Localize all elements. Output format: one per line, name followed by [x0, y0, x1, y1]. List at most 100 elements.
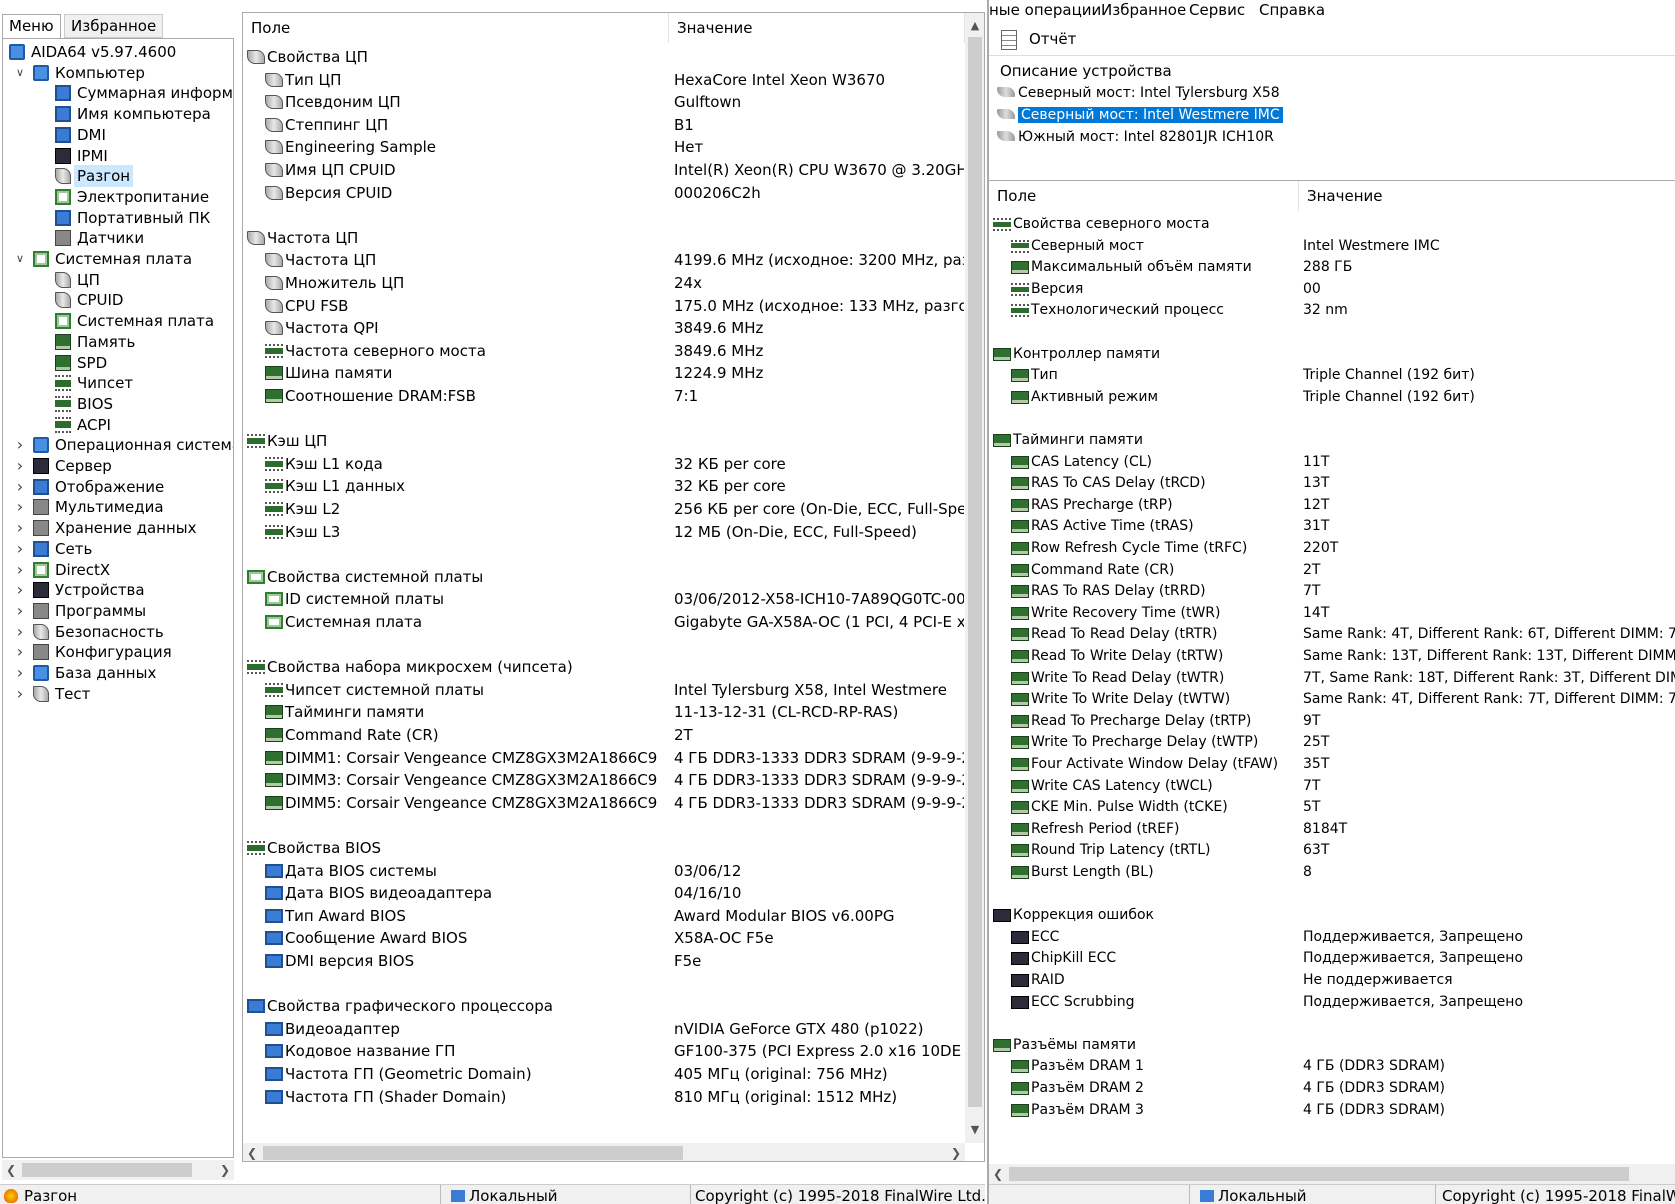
expand-chevron-icon[interactable]: › [13, 600, 27, 622]
expand-chevron-icon[interactable]: › [13, 476, 27, 498]
group-header-row[interactable]: Контроллер памяти [989, 343, 1675, 366]
expand-chevron-icon[interactable]: › [13, 538, 27, 560]
table-row[interactable]: Engineering Sample Нет [243, 135, 963, 159]
table-row[interactable]: Write Recovery Time (tWR) 14T [989, 602, 1675, 625]
scroll-thumb[interactable] [1009, 1167, 1629, 1181]
table-row[interactable]: Command Rate (CR) 2T [243, 723, 963, 747]
table-row[interactable]: Read To Read Delay (tRTR) Same Rank: 4T, … [989, 623, 1675, 646]
scroll-left-icon[interactable]: ❮ [243, 1143, 261, 1161]
table-row[interactable]: Тип ЦП HexaCore Intel Xeon W3670 [243, 68, 963, 92]
table-row[interactable]: Кэш L2 256 КБ per core (On-Die, ECC, Full… [243, 497, 964, 521]
table-row[interactable]: Соотношение DRAM:FSB 7:1 [243, 384, 963, 408]
tab-favorites[interactable]: Избранное [64, 14, 164, 38]
table-row[interactable]: CKE Min. Pulse Width (tCKE) 5T [989, 796, 1675, 819]
table-row[interactable]: Разъём DRAM 1 4 ГБ (DDR3 SDRAM) [989, 1055, 1675, 1078]
collapse-chevron-icon[interactable]: ∨ [13, 248, 27, 270]
table-row[interactable]: Refresh Period (tREF) 8184T [989, 818, 1675, 841]
table-row[interactable]: Псевдоним ЦП Gulftown [243, 90, 963, 114]
table-row[interactable]: Частота ГП (Geometric Domain) 405 МГц (or… [243, 1062, 963, 1086]
table-row[interactable]: Row Refresh Cycle Time (tRFC) 220T [989, 537, 1675, 560]
column-header-field[interactable]: Поле [989, 181, 1299, 211]
scroll-thumb[interactable] [968, 37, 982, 1107]
group-header-row[interactable]: Тайминги памяти [989, 429, 1675, 452]
group-header-row[interactable]: Коррекция ошибок [989, 904, 1675, 927]
menu-favorites[interactable]: Избранное [1101, 0, 1186, 20]
table-row[interactable]: DIMM5: Corsair Vengeance CMZ8GX3M2A1866C… [243, 791, 964, 815]
report-icon[interactable] [1001, 30, 1017, 50]
table-row[interactable]: Частота северного моста 3849.6 MHz [243, 339, 963, 363]
table-row[interactable]: DMI версия BIOS F5e [243, 949, 963, 973]
tab-menu[interactable]: Меню [2, 14, 61, 38]
scroll-thumb[interactable] [22, 1163, 192, 1177]
table-row[interactable]: Burst Length (BL) 8 [989, 861, 1675, 884]
expand-chevron-icon[interactable]: › [13, 517, 27, 539]
table-row[interactable]: Видеоадаптер nVIDIA GeForce GTX 480 (p102… [243, 1017, 963, 1041]
table-row[interactable]: Разъём DRAM 3 4 ГБ (DDR3 SDRAM) [989, 1099, 1675, 1122]
group-header-row[interactable]: Свойства ЦП [243, 45, 963, 69]
table-row[interactable]: Command Rate (CR) 2T [989, 559, 1675, 582]
scroll-left-icon[interactable]: ❮ [989, 1164, 1007, 1184]
expand-chevron-icon[interactable]: › [13, 683, 27, 705]
table-row[interactable]: Имя ЦП CPUID Intel(R) Xeon(R) CPU W3670 @… [243, 158, 964, 182]
table-row[interactable]: Write To Read Delay (tWTR) 7T, Same Rank:… [989, 667, 1675, 690]
expand-chevron-icon[interactable]: › [13, 621, 27, 643]
table-row[interactable]: Частота QPI 3849.6 MHz [243, 316, 963, 340]
table-row[interactable]: CAS Latency (CL) 11T [989, 451, 1675, 474]
menu-service[interactable]: Сервис [1189, 0, 1245, 20]
group-header-row[interactable]: Частота ЦП [243, 226, 963, 250]
table-row[interactable]: Round Trip Latency (tRTL) 63T [989, 839, 1675, 862]
device-item[interactable]: Северный мост: Intel Westmere IMC [997, 104, 1283, 127]
table-row[interactable]: Тип Award BIOS Award Modular BIOS v6.00PG [243, 904, 963, 928]
group-header-row[interactable]: Разъёмы памяти [989, 1034, 1675, 1057]
grid-horizontal-scrollbar[interactable]: ❮ ❯ [243, 1143, 965, 1161]
column-header-value[interactable]: Значение [1299, 181, 1675, 211]
table-row[interactable]: Максимальный объём памяти 288 ГБ [989, 256, 1675, 279]
scroll-right-icon[interactable]: ❯ [216, 1160, 234, 1180]
table-row[interactable]: Тип Triple Channel (192 бит) [989, 364, 1675, 387]
table-row[interactable]: ECC Поддерживается, Запрещено [989, 926, 1675, 949]
group-header-row[interactable]: Свойства набора микросхем (чипсета) [243, 655, 963, 679]
device-item[interactable]: Южный мост: Intel 82801JR ICH10R [997, 126, 1274, 149]
expand-chevron-icon[interactable]: › [13, 434, 27, 456]
expand-chevron-icon[interactable]: › [13, 662, 27, 684]
expand-chevron-icon[interactable]: › [13, 579, 27, 601]
table-row[interactable]: ID системной платы 03/06/2012-X58-ICH10-7… [243, 587, 964, 611]
table-row[interactable]: RAS To RAS Delay (tRRD) 7T [989, 580, 1675, 603]
table-row[interactable]: RAS Precharge (tRP) 12T [989, 494, 1675, 517]
expand-chevron-icon[interactable]: › [13, 641, 27, 663]
table-row[interactable]: CPU FSB 175.0 MHz (исходное: 133 MHz, раз… [243, 294, 964, 318]
table-row[interactable]: Технологический процесс 32 nm [989, 299, 1675, 322]
table-row[interactable]: Множитель ЦП 24x [243, 271, 963, 295]
table-row[interactable]: Four Activate Window Delay (tFAW) 35T [989, 753, 1675, 776]
table-row[interactable]: Частота ГП (Shader Domain) 810 МГц (origi… [243, 1085, 963, 1109]
menu-help[interactable]: Справка [1259, 0, 1325, 20]
table-row[interactable]: Кодовое название ГП GF100-375 (PCI Expres… [243, 1039, 964, 1063]
group-header-row[interactable]: Свойства BIOS [243, 836, 963, 860]
table-row[interactable]: DIMM3: Corsair Vengeance CMZ8GX3M2A1866C… [243, 768, 964, 792]
device-item[interactable]: Северный мост: Intel Tylersburg X58 [997, 82, 1280, 105]
table-row[interactable]: Кэш L3 12 МБ (On-Die, ECC, Full-Speed) [243, 520, 963, 544]
table-row[interactable]: Сообщение Award BIOS X58A-OC F5e [243, 926, 963, 950]
group-header-row[interactable]: Свойства системной платы [243, 565, 963, 589]
tree-horizontal-scrollbar[interactable]: ❮ ❯ [2, 1160, 234, 1180]
table-row[interactable]: Системная плата Gigabyte GA-X58A-OC (1 PC… [243, 610, 964, 634]
table-row[interactable]: Кэш L1 данных 32 КБ per core [243, 474, 963, 498]
expand-chevron-icon[interactable]: › [13, 559, 27, 581]
scroll-down-icon[interactable]: ▼ [965, 1121, 984, 1139]
grid-vertical-scrollbar[interactable]: ▲ ▼ [965, 13, 984, 1143]
column-header-value[interactable]: Значение [669, 13, 965, 43]
group-header-row[interactable]: Свойства северного моста [989, 213, 1675, 236]
table-row[interactable]: Кэш L1 кода 32 КБ per core [243, 452, 963, 476]
table-row[interactable]: Разъём DRAM 2 4 ГБ (DDR3 SDRAM) [989, 1077, 1675, 1100]
table-row[interactable]: Чипсет системной платы Intel Tylersburg X… [243, 678, 963, 702]
report-horizontal-scrollbar[interactable]: ❮ [989, 1164, 1675, 1184]
table-row[interactable]: RAS To CAS Delay (tRCD) 13T [989, 472, 1675, 495]
expand-chevron-icon[interactable]: › [13, 496, 27, 518]
table-row[interactable]: Write To Precharge Delay (tWTP) 25T [989, 731, 1675, 754]
table-row[interactable]: Дата BIOS видеоадаптера 04/16/10 [243, 881, 963, 905]
table-row[interactable]: Read To Precharge Delay (tRTP) 9T [989, 710, 1675, 733]
table-row[interactable]: Read To Write Delay (tRTW) Same Rank: 13T… [989, 645, 1675, 668]
table-row[interactable]: Write To Write Delay (tWTW) Same Rank: 4T… [989, 688, 1675, 711]
scroll-left-icon[interactable]: ❮ [2, 1160, 20, 1180]
report-button[interactable]: Отчёт [1029, 30, 1076, 48]
